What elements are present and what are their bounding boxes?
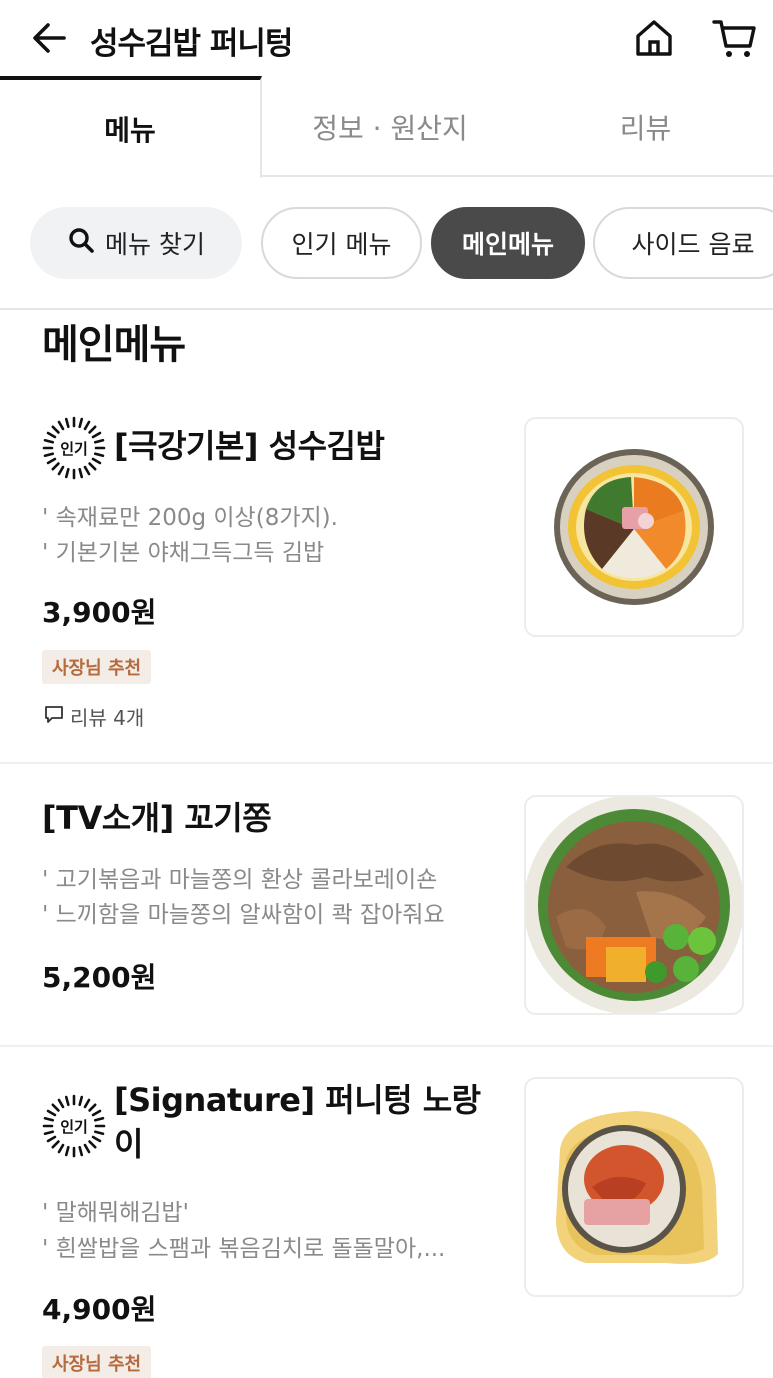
home-icon[interactable]: [632, 16, 676, 60]
owner-recommend-badge: 사장님 추천: [42, 1346, 152, 1378]
item-description: ' 느끼함을 마늘쫑의 알싸함이 콱 잡아줘요: [42, 902, 445, 928]
review-count[interactable]: 리뷰 4개: [44, 702, 144, 731]
item-description: ' 말해뭐해김밥': [42, 1200, 189, 1226]
menu-search-button[interactable]: 메뉴 찾기: [30, 207, 242, 279]
menu-search-label: 메뉴 찾기: [105, 230, 205, 259]
item-divider: [0, 762, 773, 764]
item-name-row: [TV소개] 꼬기쫑: [42, 796, 272, 840]
item-price: 4,900원: [42, 1293, 157, 1326]
item-photo: [524, 1077, 744, 1297]
comment-icon: [44, 704, 64, 729]
store-title: 성수김밥 퍼니텅: [90, 26, 293, 62]
tab-review[interactable]: 리뷰: [518, 76, 773, 177]
app-header: 성수김밥 퍼니텅: [0, 0, 773, 78]
item-photo: [524, 417, 744, 637]
tab-info-origin[interactable]: 정보 · 원산지: [262, 76, 518, 177]
item-name: [극강기본] 성수김밥: [114, 427, 385, 465]
store-tabs: 메뉴 정보 · 원산지 리뷰: [0, 76, 773, 178]
chip-side-drinks[interactable]: 사이드 음료: [593, 207, 773, 279]
tab-menu[interactable]: 메뉴: [0, 76, 262, 178]
item-price: 5,200원: [42, 961, 157, 994]
item-price: 3,900원: [42, 596, 157, 629]
item-description: ' 흰쌀밥을 스팸과 볶음김치로 돌돌말아,...: [42, 1236, 446, 1262]
item-description: ' 속재료만 200g 이상(8가지).: [42, 505, 338, 531]
item-name-continued: 이: [114, 1125, 143, 1163]
popular-badge-icon: 인기: [42, 416, 106, 480]
item-divider: [0, 1045, 773, 1047]
item-name: [TV소개] 꼬기쫑: [42, 799, 272, 837]
chip-popular-menu[interactable]: 인기 메뉴: [261, 207, 422, 279]
item-photo: [524, 795, 744, 1015]
item-name-row: 인기 [Signature] 퍼니텅 노랑 이: [42, 1078, 481, 1166]
popular-badge-icon: 인기: [42, 1094, 106, 1158]
owner-recommend-badge: 사장님 추천: [42, 650, 152, 684]
section-title: 메인메뉴: [42, 322, 186, 368]
cart-icon[interactable]: [710, 16, 758, 60]
back-arrow-icon[interactable]: [30, 18, 70, 58]
category-chips: 메뉴 찾기 인기 메뉴 메인메뉴 사이드 음료: [0, 207, 773, 281]
item-name-row: 인기 [극강기본] 성수김밥: [42, 416, 385, 480]
item-name: [Signature] 퍼니텅 노랑: [114, 1081, 481, 1119]
item-description: ' 기본기본 야채그득그득 김밥: [42, 540, 325, 566]
divider: [0, 308, 773, 310]
chip-main-menu[interactable]: 메인메뉴: [431, 207, 585, 279]
search-icon: [67, 226, 95, 260]
item-description: ' 고기볶음과 마늘쫑의 환상 콜라보레이숀: [42, 867, 438, 893]
